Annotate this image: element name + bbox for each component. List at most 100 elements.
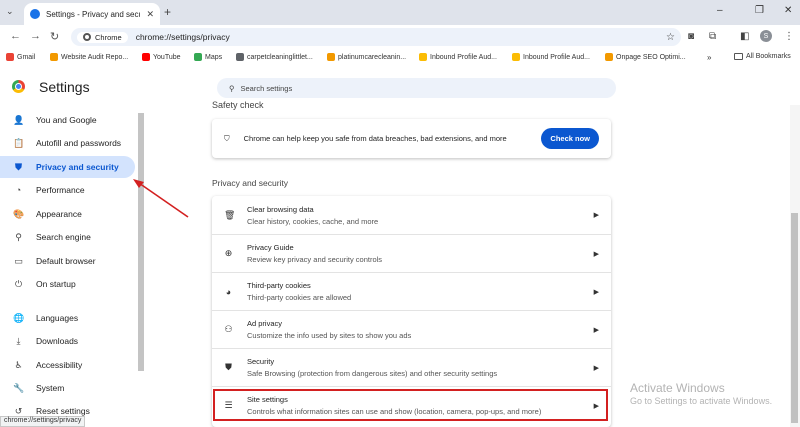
row-title: Clear browsing data — [247, 204, 314, 214]
reset-icon: ↺ — [14, 405, 23, 416]
bookmark-item[interactable]: Website Audit Repo... — [50, 53, 128, 61]
sidebar-item-you-and-google[interactable]: 👤 You and Google — [0, 109, 135, 131]
chevron-right-icon: ▶ — [593, 364, 599, 372]
status-url: chrome://settings/privacy — [0, 416, 86, 427]
safety-check-card: ⛉ Chrome can help keep you safe from dat… — [212, 119, 611, 158]
shield-icon: ⛊ — [225, 362, 232, 372]
row-privacy-guide[interactable]: ⊕ Privacy Guide Review key privacy and se… — [212, 234, 611, 272]
row-clear-browsing-data[interactable]: 🗑 Clear browsing data Clear history, cook… — [212, 196, 611, 234]
reload-icon[interactable]: ↻ — [50, 30, 59, 43]
wrench-icon: 🔧 — [13, 382, 25, 393]
chevron-right-icon: ▶ — [593, 288, 599, 296]
row-title: Ad privacy — [247, 319, 283, 328]
bookmark-item[interactable]: Onpage SEO Optimi... — [605, 53, 686, 61]
clipboard-icon: 📋 — [13, 137, 25, 148]
restore-icon[interactable]: ❐ — [755, 5, 764, 16]
all-bookmarks[interactable]: All Bookmarks — [734, 53, 791, 60]
forward-icon[interactable]: → — [30, 30, 41, 42]
more-bookmarks-chevron-icon[interactable]: » — [707, 53, 711, 62]
tab-settings[interactable]: Settings - Privacy and security ✕ — [24, 3, 160, 25]
bookmark-item[interactable]: carpetcleaninglittlet... — [236, 53, 313, 61]
row-subtitle: Third-party cookies are allowed — [247, 293, 352, 302]
sidebar-item-accessibility[interactable]: ♿ Accessibility — [0, 354, 135, 376]
page-title: Settings — [39, 79, 90, 95]
camera-icon[interactable]: ◙ — [688, 31, 694, 42]
sidebar-item-default-browser[interactable]: ▭ Default browser — [0, 250, 135, 272]
bookmark-item[interactable]: platinumcarecleanin... — [327, 53, 406, 61]
sidebar-item-search-engine[interactable]: ⚲ Search engine — [0, 226, 135, 248]
row-title: Third-party cookies — [247, 281, 311, 290]
row-subtitle: Clear history, cookies, cache, and more — [247, 216, 379, 226]
maps-icon — [194, 53, 202, 61]
trash-icon: 🗑 — [224, 209, 236, 220]
palette-icon: 🎨 — [13, 208, 25, 219]
globe-icon: 🌐 — [13, 312, 25, 323]
activate-windows-subtitle: Go to Settings to activate Windows. — [630, 396, 773, 406]
bookmark-star-icon[interactable]: ☆ — [666, 32, 675, 43]
site-icon — [236, 53, 244, 61]
sidebar-item-appearance[interactable]: 🎨 Appearance — [0, 203, 135, 225]
main-scrollbar-thumb[interactable] — [791, 213, 798, 423]
chrome-icon — [83, 33, 91, 41]
search-icon: ⚲ — [15, 231, 22, 242]
row-third-party-cookies[interactable]: ◕ Third-party cookies Third-party cookies… — [212, 272, 611, 310]
minimize-icon[interactable]: – — [717, 5, 723, 16]
compass-icon: ⊕ — [224, 248, 233, 258]
bookmark-item[interactable]: YouTube — [142, 53, 181, 61]
sidebar-item-privacy[interactable]: ⛊ Privacy and security — [0, 156, 135, 178]
address-bar[interactable]: Chrome chrome://settings/privacy ☆ — [71, 28, 681, 46]
row-subtitle: Safe Browsing (protection from dangerous… — [247, 369, 498, 378]
row-ad-privacy[interactable]: ⚇ Ad privacy Customize the info used by s… — [212, 310, 611, 348]
speedometer-icon: ◔ — [15, 185, 22, 195]
back-icon[interactable]: ← — [10, 30, 21, 42]
safety-check-text: Chrome can help keep you safe from data … — [243, 134, 507, 143]
accessibility-icon: ♿ — [14, 359, 23, 370]
bookmark-item[interactable]: Maps — [194, 53, 222, 61]
search-settings-input[interactable]: ⚲ Search settings — [217, 78, 616, 98]
side-panel-icon[interactable]: ◧ — [740, 31, 749, 42]
sidebar-item-languages[interactable]: 🌐 Languages — [0, 307, 135, 329]
site-icon — [419, 53, 427, 61]
profile-avatar[interactable]: S — [760, 30, 772, 42]
bookmark-item[interactable]: Gmail — [6, 53, 35, 61]
close-tab-icon[interactable]: ✕ — [146, 9, 154, 20]
sidebar-scrollbar[interactable] — [138, 113, 144, 371]
privacy-security-heading: Privacy and security — [212, 178, 289, 188]
sidebar-item-autofill[interactable]: 📋 Autofill and passwords — [0, 132, 135, 154]
download-icon: ⤓ — [16, 335, 21, 346]
search-placeholder: Search settings — [240, 83, 293, 93]
youtube-icon — [142, 53, 150, 61]
sidebar-item-performance[interactable]: ◔ Performance — [0, 179, 135, 201]
sidebar-item-on-startup[interactable]: ⏻ On startup — [0, 273, 135, 295]
bookmarks-bar: Gmail Website Audit Repo... YouTube Maps… — [0, 50, 800, 67]
chrome-chip[interactable]: Chrome — [77, 31, 128, 43]
menu-kebab-icon[interactable]: ⋮ — [784, 31, 794, 42]
chrome-logo-icon — [12, 80, 25, 93]
cookie-icon: ◕ — [225, 286, 232, 297]
tab-search-chevron-icon[interactable]: ⌄ — [6, 6, 14, 17]
site-icon — [605, 53, 613, 61]
row-title: Privacy Guide — [247, 243, 294, 252]
extensions-icon[interactable]: ⧉ — [709, 31, 716, 42]
row-subtitle: Customize the info used by sites to show… — [247, 331, 412, 340]
settings-gear-icon — [30, 9, 40, 19]
check-now-button[interactable]: Check now — [541, 128, 599, 149]
chip-label: Chrome — [95, 32, 122, 42]
shield-check-icon: ⛉ — [224, 133, 230, 143]
site-icon — [327, 53, 335, 61]
bookmark-item[interactable]: Inbound Profile Aud... — [419, 53, 497, 61]
browser-icon: ▭ — [14, 255, 23, 266]
sidebar-item-system[interactable]: 🔧 System — [0, 377, 135, 399]
activate-windows-title: Activate Windows — [630, 381, 725, 395]
new-tab-plus-icon[interactable]: + — [164, 5, 171, 19]
row-security[interactable]: ⛊ Security Safe Browsing (protection from… — [212, 348, 611, 386]
row-title: Security — [247, 357, 275, 366]
site-icon — [512, 53, 520, 61]
chevron-right-icon: ▶ — [593, 212, 599, 219]
url-text[interactable]: chrome://settings/privacy — [136, 32, 230, 42]
person-icon: 👤 — [13, 114, 25, 125]
sidebar-item-downloads[interactable]: ⤓ Downloads — [0, 330, 135, 352]
bookmark-item[interactable]: Inbound Profile Aud... — [512, 53, 590, 61]
close-window-icon[interactable]: ✕ — [784, 5, 792, 16]
annotation-highlight-box — [213, 389, 608, 421]
